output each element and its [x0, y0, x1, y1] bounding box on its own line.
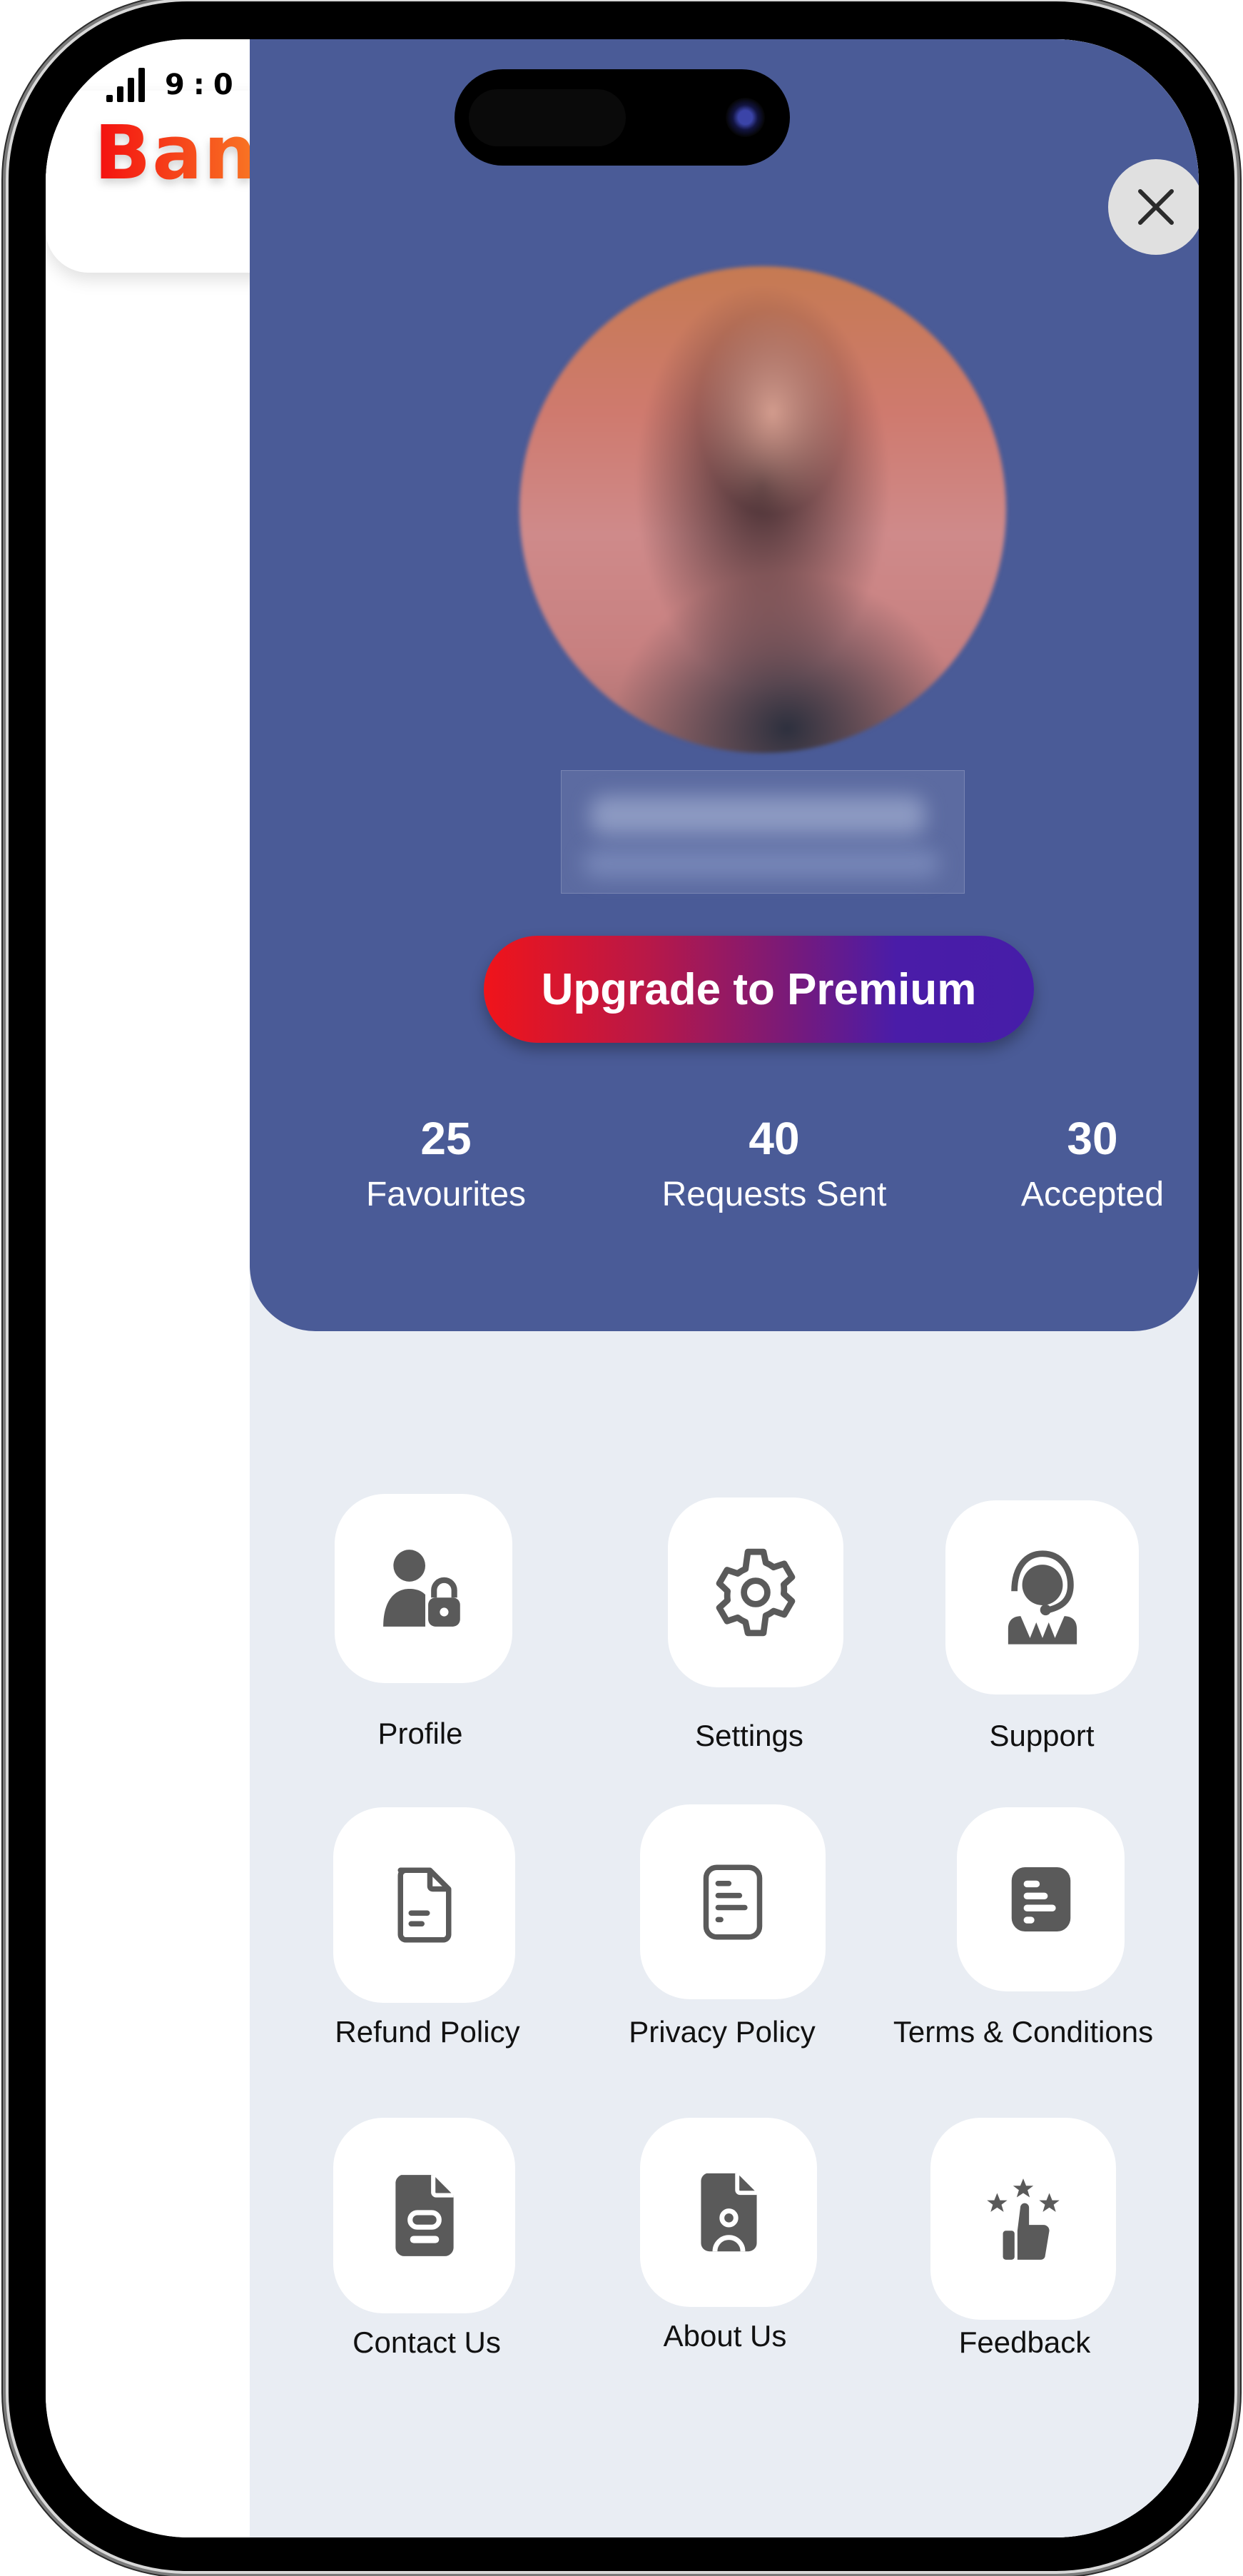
menu-card[interactable] — [335, 1494, 512, 1683]
gear-icon — [716, 1548, 796, 1637]
stat-value: 40 — [749, 1113, 800, 1164]
menu-label: About Us — [663, 2319, 787, 2353]
stat-value: 25 — [420, 1113, 472, 1164]
stat-requests-sent[interactable]: 40 Requests Sent — [624, 1110, 924, 1220]
menu-label: Contact Us — [352, 2325, 501, 2359]
document-person-icon — [700, 2173, 757, 2252]
menu-card[interactable] — [930, 2118, 1116, 2320]
front-camera — [726, 98, 765, 137]
phone-screen: 9:0 Banc Upgrade to Premium 25 Favourite… — [46, 39, 1199, 2537]
stat-favourites[interactable]: 25 Favourites — [296, 1110, 596, 1220]
document-lines-filled-icon — [1011, 1867, 1070, 1931]
close-button[interactable] — [1108, 159, 1199, 255]
menu-label: Refund Policy — [335, 2015, 520, 2049]
menu-label: Terms & Conditions — [893, 2015, 1154, 2049]
menu-label: Privacy Policy — [629, 2015, 816, 2049]
status-time: 9:0 — [165, 69, 242, 101]
close-icon — [1138, 189, 1174, 225]
drawer-header: Upgrade to Premium 25 Favourites 40 Requ… — [250, 39, 1199, 1331]
stat-label: Favourites — [365, 1176, 527, 1213]
menu-card[interactable] — [640, 2118, 817, 2307]
status-bar: 9:0 — [106, 68, 242, 102]
menu-label: Support — [989, 1719, 1095, 1752]
menu-card[interactable] — [668, 1497, 843, 1687]
user-lock-icon — [382, 1549, 460, 1627]
headset-agent-icon — [1008, 1550, 1077, 1645]
menu-card[interactable] — [945, 1500, 1139, 1694]
document-contact-icon — [395, 2175, 454, 2256]
document-outline-icon — [397, 1867, 451, 1943]
stat-accepted[interactable]: 30 Accepted — [943, 1110, 1199, 1220]
stat-value: 30 — [1067, 1113, 1118, 1164]
menu-card[interactable] — [640, 1804, 826, 1999]
profile-avatar[interactable] — [519, 266, 1006, 753]
menu-card[interactable] — [333, 2118, 515, 2313]
cellular-signal-icon — [106, 68, 145, 102]
island-sensor — [469, 89, 626, 146]
stat-label: Requests Sent — [661, 1176, 887, 1213]
thumbs-up-stars-icon — [987, 2178, 1060, 2260]
user-subtitle — [583, 849, 940, 878]
menu-label: Settings — [695, 1719, 803, 1752]
menu-label: Profile — [377, 1717, 463, 1750]
side-drawer: Upgrade to Premium 25 Favourites 40 Requ… — [250, 39, 1199, 2537]
user-name — [590, 796, 925, 835]
upgrade-premium-button[interactable]: Upgrade to Premium — [484, 936, 1034, 1043]
stat-label: Accepted — [1020, 1176, 1165, 1213]
menu-card[interactable] — [333, 1807, 515, 2003]
menu-label: Feedback — [958, 2325, 1091, 2359]
dynamic-island — [455, 69, 790, 166]
menu-card[interactable] — [957, 1807, 1125, 1991]
document-lines-outline-icon — [703, 1864, 763, 1939]
user-name-redacted — [561, 770, 965, 894]
